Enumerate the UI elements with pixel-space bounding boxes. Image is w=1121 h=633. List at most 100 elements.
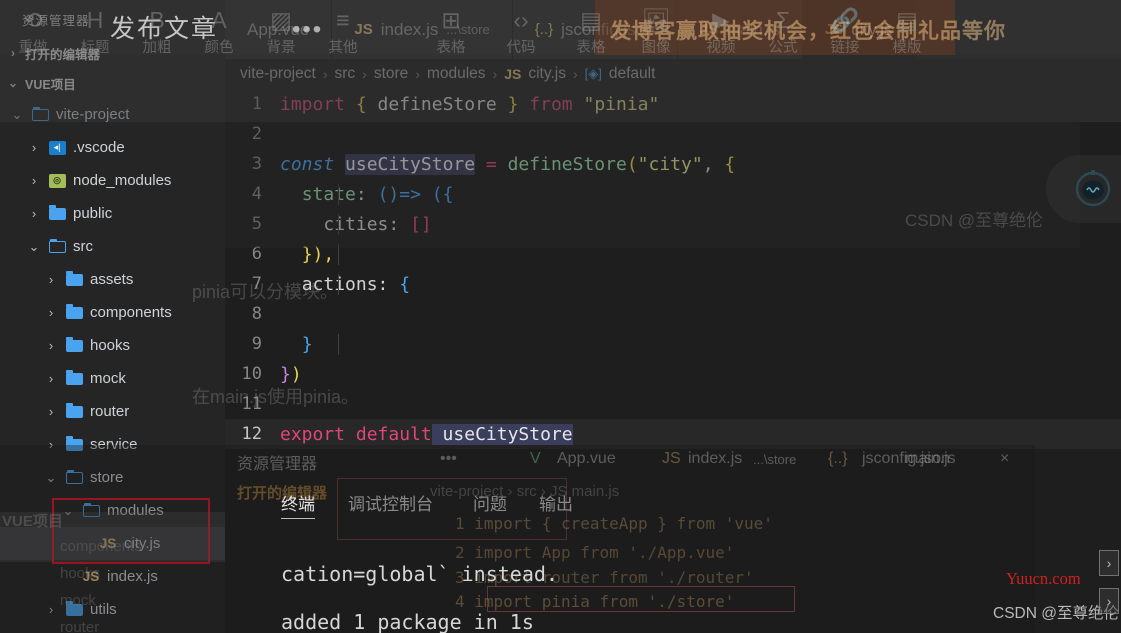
folder-icon xyxy=(62,271,86,286)
token-store-name: useCityStore xyxy=(345,153,476,175)
editor-tab-jsconfig-json[interactable]: {..} jsconfig.json xyxy=(512,0,678,59)
symbol-object-icon: [◈] xyxy=(584,66,602,81)
folder-icon xyxy=(62,601,86,616)
token-close-brace: } xyxy=(280,363,291,385)
editor-tab-subpath: ...\store xyxy=(446,22,490,37)
token-paren: () xyxy=(377,183,400,205)
line-number: 12 xyxy=(241,424,262,444)
editor-tab-city-js[interactable]: JS city.js xyxy=(802,0,916,59)
tree-item-vite-project[interactable]: ⌄ vite-project xyxy=(0,98,225,131)
tree-item-hooks[interactable]: › hooks xyxy=(0,329,225,362)
line-number: 6 xyxy=(251,244,262,264)
vscode-window: 资源管理器 › 打开的编辑器 ⌄ VUE项目 ⌄ vite-project › ◂|.… xyxy=(0,0,1121,633)
sidebar-section-open-editors[interactable]: › 打开的编辑器 xyxy=(0,38,225,68)
js-file-icon: JS xyxy=(82,569,100,584)
token-close: }), xyxy=(301,243,335,265)
js-file-icon: JS xyxy=(504,66,522,82)
chevron-right-icon: › xyxy=(48,602,54,617)
chevron-right-icon: › xyxy=(572,66,578,82)
folder-icon xyxy=(62,337,86,352)
folder-open-icon xyxy=(45,239,69,253)
indent-guide xyxy=(338,333,339,355)
tree-item--vscode[interactable]: › ◂| .vscode xyxy=(0,131,225,164)
breadcrumb-item[interactable]: modules xyxy=(427,65,486,83)
tree-item-store[interactable]: ⌄ store xyxy=(0,461,225,494)
line-number: 5 xyxy=(251,214,262,234)
code-text: actions: { xyxy=(280,273,411,295)
tree-item-router[interactable]: › router xyxy=(0,395,225,428)
tree-item-assets[interactable]: › assets xyxy=(0,263,225,296)
code-text: } xyxy=(280,333,339,355)
editor-tab-main-js[interactable]: JS main.js xyxy=(677,0,803,59)
tree-item-service[interactable]: › service xyxy=(0,428,225,461)
explorer-title: 资源管理器 xyxy=(22,13,90,28)
chevron-right-icon: › xyxy=(11,46,15,60)
editor-tab-app-vue[interactable]: App.vue xyxy=(225,0,333,59)
chevron-right-icon: › xyxy=(48,371,54,386)
code-editor[interactable]: 1 import { defineStore } from "pinia" 2 … xyxy=(225,89,1121,633)
line-number: 10 xyxy=(241,364,262,384)
tree-item-label: city.js xyxy=(124,535,161,552)
scroll-next-bottom-button[interactable]: › xyxy=(1099,588,1119,614)
tree-item-utils[interactable]: › utils xyxy=(0,593,225,626)
token-property: cities xyxy=(323,213,389,235)
token-import: import xyxy=(280,93,346,115)
line-number: 2 xyxy=(251,124,262,144)
tree-item-city-js[interactable]: JS city.js xyxy=(0,527,225,560)
chevron-down-icon: ⌄ xyxy=(11,106,23,122)
line-number: 1 xyxy=(251,94,262,114)
token-close-paren: ) xyxy=(290,363,302,385)
watermark-csdn-middle: CSDN @至尊绝伦 xyxy=(905,211,1044,230)
editor-tab-label: jsconfig.json xyxy=(561,19,655,39)
scroll-next-top-button[interactable]: › xyxy=(1099,550,1119,576)
indent-guide xyxy=(338,243,339,265)
token-paren: ( xyxy=(626,153,638,175)
js-file-icon: JS xyxy=(824,21,844,38)
editor-tab-index-js[interactable]: JS index.js ...\store xyxy=(332,0,513,59)
tree-item-mock[interactable]: › mock xyxy=(0,362,225,395)
code-line-current: 12 export default useCityStore xyxy=(225,419,1121,449)
breadcrumb-item[interactable]: src xyxy=(334,65,355,83)
sidebar-section-vue-project[interactable]: ⌄ VUE项目 xyxy=(0,68,225,98)
js-file-icon: JS xyxy=(354,21,373,38)
code-line: 2 xyxy=(225,119,1121,149)
token-string: "pinia" xyxy=(572,93,660,115)
tree-item-label: index.js xyxy=(107,568,158,585)
folder-icon xyxy=(62,370,86,385)
tree-item-public[interactable]: › public xyxy=(0,197,225,230)
token-comma: , xyxy=(702,153,725,175)
token-property: state xyxy=(301,183,356,205)
chevron-right-icon: › xyxy=(31,140,37,155)
token-equals: = xyxy=(475,153,508,175)
chevron-down-icon: ⌄ xyxy=(45,469,57,485)
tree-item-label: modules xyxy=(107,502,164,519)
sidebar-section-label: 打开的编辑器 xyxy=(25,47,101,62)
breadcrumb-item[interactable]: vite-project xyxy=(240,65,316,83)
chevron-right-icon: › xyxy=(31,173,37,188)
breadcrumb-item[interactable]: store xyxy=(374,65,408,83)
tree-item-label: utils xyxy=(90,601,117,618)
tree-item-modules[interactable]: ⌄ modules xyxy=(0,494,225,527)
tree-item-index-js[interactable]: JS index.js xyxy=(0,560,225,593)
chevron-down-icon: ⌄ xyxy=(28,238,40,254)
breadcrumb-item[interactable]: city.js xyxy=(528,65,566,83)
token-brace: { xyxy=(345,93,378,115)
token-colon: : xyxy=(355,183,378,205)
tree-item-src[interactable]: ⌄ src xyxy=(0,230,225,263)
code-text: state: ()=> ({ xyxy=(280,183,454,205)
token-open: ({ xyxy=(431,183,454,205)
token-brace: } xyxy=(301,333,313,355)
token-const: const xyxy=(280,153,335,175)
tree-item-components[interactable]: › components xyxy=(0,296,225,329)
chevron-right-icon: › xyxy=(322,66,328,82)
code-text: }) xyxy=(280,364,302,385)
tree-item-node-modules[interactable]: › ◎ node_modules xyxy=(0,164,225,197)
indent-guide xyxy=(338,183,339,205)
tree-item-label: hooks xyxy=(90,337,131,354)
code-line: 10 }) xyxy=(225,359,1121,389)
vscode-folder-icon: ◂| xyxy=(45,140,69,155)
tree-item-label: mock xyxy=(90,370,126,387)
chevron-right-icon: › xyxy=(48,272,54,287)
token-brace: { xyxy=(399,273,411,295)
breadcrumb-item[interactable]: default xyxy=(609,65,656,83)
